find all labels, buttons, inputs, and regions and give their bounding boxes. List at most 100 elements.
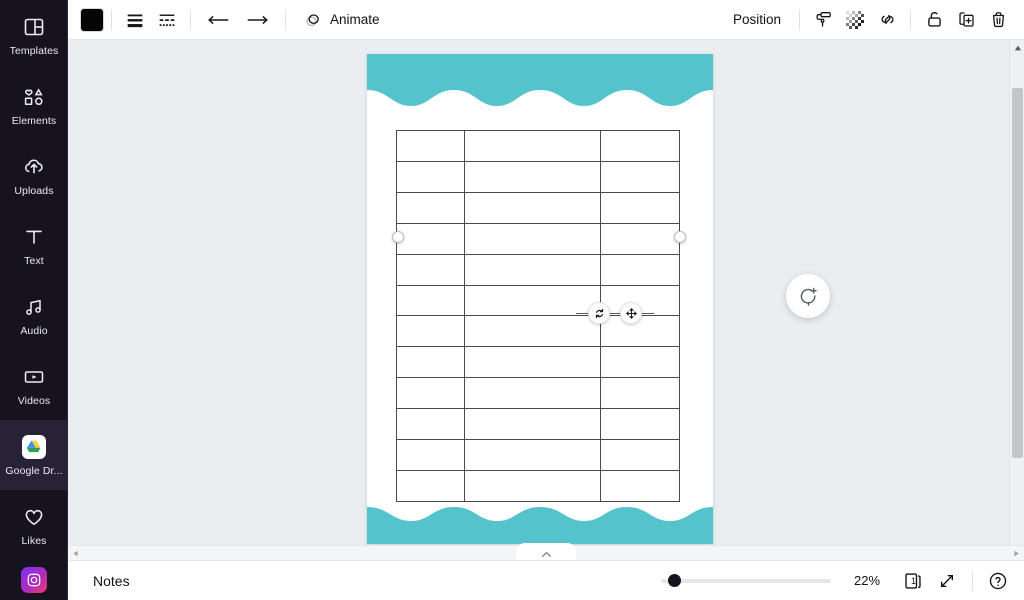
canva-editor-window: Templates Elements Uploads Text Audio Vi…: [0, 0, 1024, 600]
left-sidebar: Templates Elements Uploads Text Audio Vi…: [0, 0, 68, 600]
table-cell[interactable]: [599, 253, 681, 286]
table-cell[interactable]: [599, 191, 681, 224]
resize-handle-right[interactable]: [674, 231, 686, 243]
duplicate-button[interactable]: [950, 4, 982, 36]
design-page[interactable]: [367, 54, 713, 544]
border-style-button[interactable]: [151, 4, 183, 36]
table-cell[interactable]: [599, 130, 681, 162]
templates-icon: [21, 14, 47, 40]
lock-button[interactable]: [918, 4, 950, 36]
paint-roller-button[interactable]: [807, 4, 839, 36]
table-cell[interactable]: [463, 191, 601, 224]
table-cell[interactable]: [396, 191, 465, 224]
table-cell[interactable]: [599, 222, 681, 255]
horizontal-scrollbar[interactable]: [68, 543, 1024, 561]
bottom-bar-right-group: 22% 1: [661, 565, 1024, 597]
transparency-button[interactable]: [839, 4, 871, 36]
top-toolbar: Animate Position: [68, 0, 1024, 40]
table-row[interactable]: [396, 408, 681, 441]
border-weight-button[interactable]: [119, 4, 151, 36]
zoom-slider-knob[interactable]: [667, 574, 681, 587]
wave-decoration-top: [367, 54, 713, 106]
sidebar-item-uploads[interactable]: Uploads: [0, 140, 67, 210]
sidebar-item-label: Uploads: [14, 184, 54, 197]
link-button[interactable]: [871, 4, 903, 36]
table-row[interactable]: [396, 377, 681, 410]
table-row[interactable]: [396, 439, 681, 471]
table-cell[interactable]: [599, 377, 681, 410]
table-cell[interactable]: [599, 160, 681, 193]
toolbar-divider: [285, 9, 286, 30]
table-row[interactable]: [396, 130, 681, 162]
table-cell[interactable]: [396, 160, 465, 193]
sidebar-item-likes[interactable]: Likes: [0, 490, 67, 560]
table-cell[interactable]: [599, 346, 681, 379]
table-cell[interactable]: [463, 439, 601, 471]
scroll-left-arrow[interactable]: [68, 546, 83, 561]
scroll-right-arrow[interactable]: [1009, 546, 1024, 561]
rotate-button[interactable]: [588, 302, 610, 324]
table-cell[interactable]: [463, 130, 601, 162]
fullscreen-button[interactable]: [931, 565, 963, 597]
sidebar-item-templates[interactable]: Templates: [0, 0, 67, 70]
sidebar-item-label: Templates: [9, 44, 59, 57]
table-row[interactable]: [396, 222, 681, 255]
table-cell[interactable]: [463, 377, 601, 410]
collapse-panel-tab[interactable]: [516, 543, 576, 560]
page-manager-button[interactable]: 1: [897, 565, 929, 597]
line-start-button[interactable]: [198, 4, 238, 36]
table-cell[interactable]: [396, 408, 465, 441]
sidebar-item-text[interactable]: Text: [0, 210, 67, 280]
uploads-icon: [21, 154, 47, 180]
sidebar-item-google-drive[interactable]: Google Dr...: [0, 420, 67, 490]
toolbar-divider: [190, 9, 191, 30]
toolbar-right-group: Position: [722, 0, 1024, 40]
table-cell[interactable]: [463, 346, 601, 379]
vertical-scroll-thumb[interactable]: [1012, 88, 1023, 458]
sidebar-item-more-apps[interactable]: [0, 560, 67, 600]
table-cell[interactable]: [396, 315, 465, 348]
table-cell[interactable]: [396, 377, 465, 410]
table-cell[interactable]: [599, 408, 681, 441]
sidebar-item-audio[interactable]: Audio: [0, 280, 67, 350]
wave-decoration-bottom: [367, 507, 713, 544]
table-cell[interactable]: [396, 284, 465, 317]
move-button[interactable]: [620, 302, 642, 324]
animate-button[interactable]: Animate: [293, 4, 390, 36]
line-end-button[interactable]: [238, 4, 278, 36]
table-row[interactable]: [396, 253, 681, 286]
delete-button[interactable]: [982, 4, 1014, 36]
resize-handle-left[interactable]: [392, 231, 404, 243]
lock-icon: [927, 11, 941, 27]
sidebar-item-elements[interactable]: Elements: [0, 70, 67, 140]
zoom-slider[interactable]: [661, 572, 831, 590]
sidebar-item-label: Videos: [17, 394, 51, 407]
table-row[interactable]: [396, 346, 681, 379]
elements-icon: [21, 84, 47, 110]
table-cell[interactable]: [396, 439, 465, 471]
scroll-up-arrow[interactable]: [1010, 40, 1024, 55]
help-button[interactable]: [982, 565, 1014, 597]
notes-button[interactable]: Notes: [86, 568, 137, 594]
position-button[interactable]: Position: [722, 4, 792, 36]
control-connector: [642, 312, 654, 314]
table-cell[interactable]: [396, 222, 465, 255]
table-cell[interactable]: [396, 130, 465, 162]
table-cell[interactable]: [463, 408, 601, 441]
sidebar-item-label: Audio: [20, 324, 48, 337]
table-row[interactable]: [396, 160, 681, 193]
table-cell[interactable]: [463, 222, 601, 255]
border-color-swatch[interactable]: [80, 7, 104, 32]
vertical-scrollbar[interactable]: [1009, 40, 1024, 560]
table-cell[interactable]: [599, 439, 681, 471]
table-cell[interactable]: [463, 160, 601, 193]
toolbar-divider: [111, 9, 112, 30]
table-cell[interactable]: [463, 253, 601, 286]
table-cell[interactable]: [396, 253, 465, 286]
table-row[interactable]: [396, 191, 681, 224]
table-cell[interactable]: [396, 346, 465, 379]
canvas-area[interactable]: [68, 40, 1024, 560]
pages-icon: [905, 572, 921, 589]
add-comment-button[interactable]: [786, 274, 830, 318]
sidebar-item-videos[interactable]: Videos: [0, 350, 67, 420]
